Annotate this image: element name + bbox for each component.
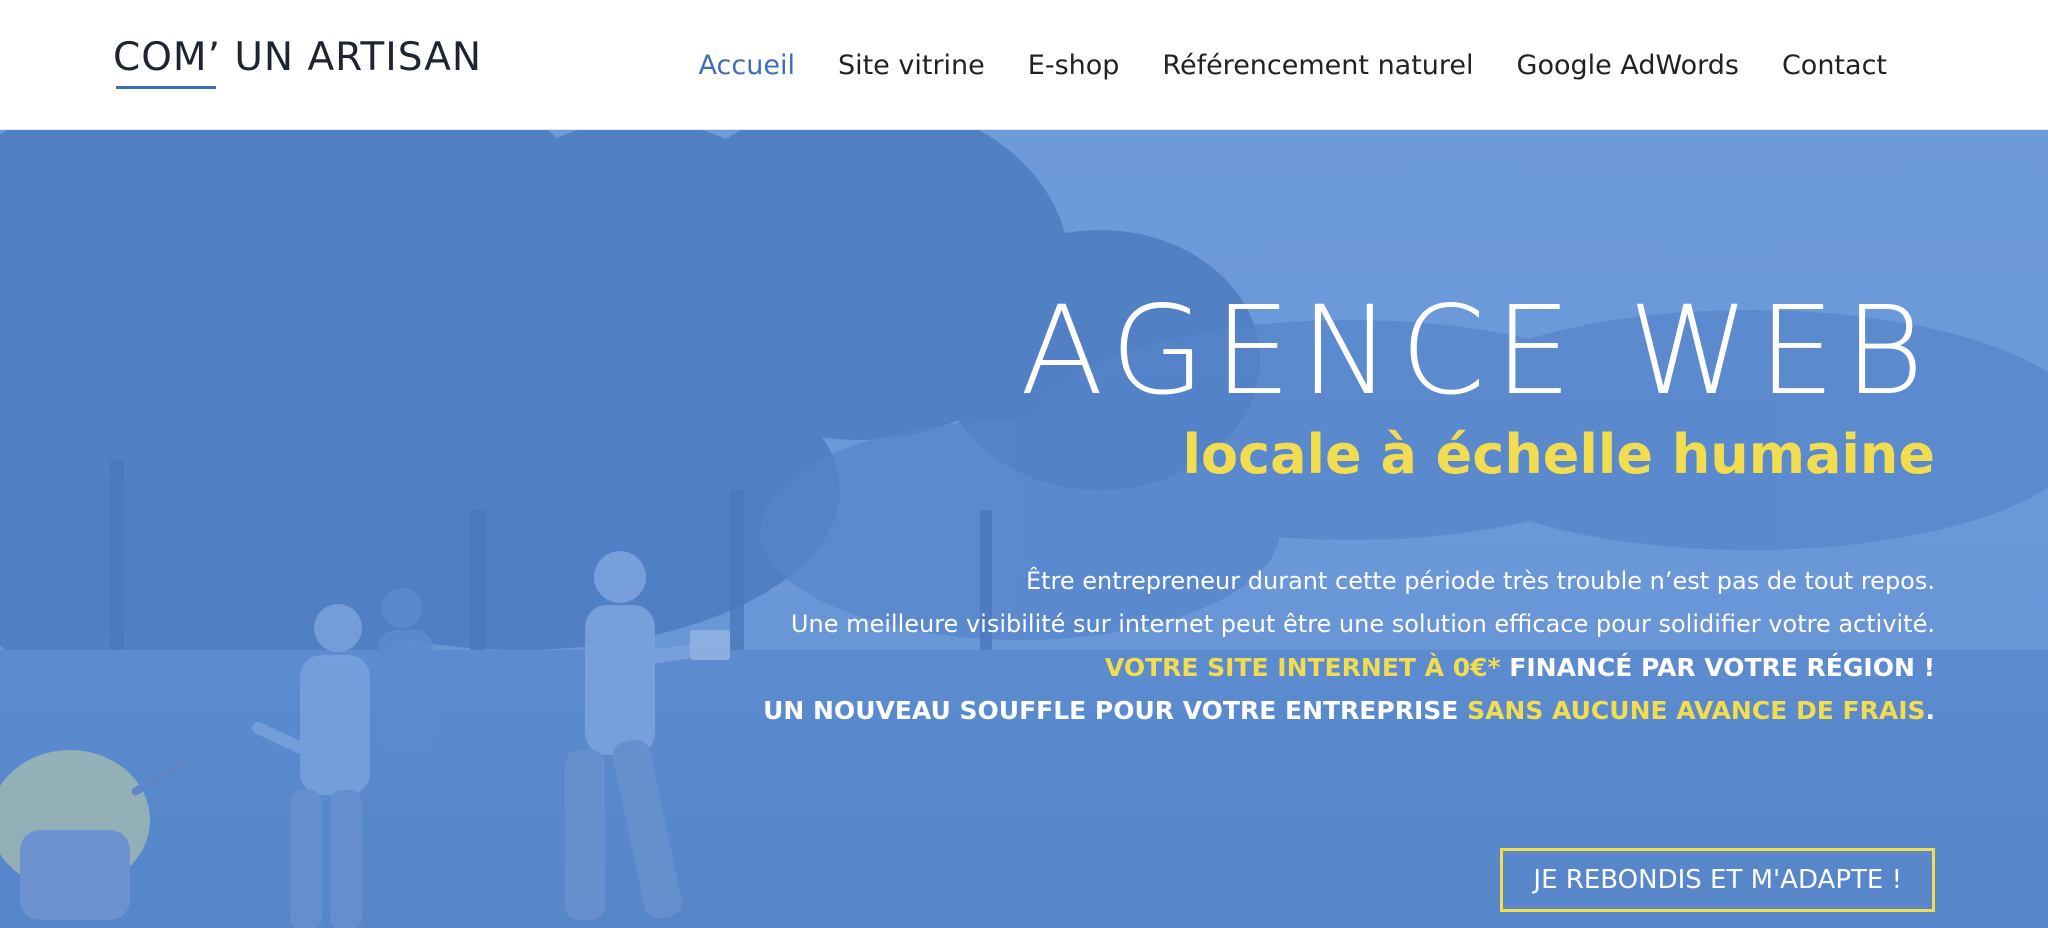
hero-color-overlay — [0, 130, 2048, 928]
nav-item-referencement-naturel[interactable]: Référencement naturel — [1162, 50, 1473, 81]
nav-item-google-adwords[interactable]: Google AdWords — [1517, 50, 1739, 81]
nav-item-contact[interactable]: Contact — [1782, 50, 1887, 81]
hero-line-4-end: . — [1925, 696, 1936, 725]
hero-line-3: VOTRE SITE INTERNET À 0€* FINANCÉ PAR VO… — [763, 646, 1935, 689]
hero-line-2: Une meilleure visibilité sur internet pe… — [790, 610, 1935, 638]
site-header: COM’ UN ARTISAN Accueil Site vitrine E-s… — [0, 0, 2048, 130]
cta-button[interactable]: JE REBONDIS ET M'ADAPTE ! — [1500, 848, 1935, 912]
hero-body-text: Être entrepreneur durant cette période t… — [763, 560, 1935, 732]
hero-title: AGENCE WEB — [1020, 280, 1933, 422]
hero-line-4: UN NOUVEAU SOUFFLE POUR VOTRE ENTREPRISE… — [763, 689, 1935, 732]
hero-line-4-start: UN NOUVEAU SOUFFLE POUR VOTRE ENTREPRISE — [763, 696, 1468, 725]
hero-subtitle: locale à échelle humaine — [1182, 423, 1935, 486]
hero-section: AGENCE WEB locale à échelle humaine Être… — [0, 130, 2048, 928]
hero-line-1: Être entrepreneur durant cette période t… — [1025, 567, 1935, 595]
main-nav: Accueil Site vitrine E-shop Référencemen… — [699, 0, 1887, 130]
site-logo[interactable]: COM’ UN ARTISAN — [113, 35, 483, 89]
nav-item-e-shop[interactable]: E-shop — [1028, 50, 1120, 81]
logo-text: COM’ UN ARTISAN — [113, 35, 483, 80]
nav-item-accueil[interactable]: Accueil — [699, 50, 795, 81]
nav-item-site-vitrine[interactable]: Site vitrine — [838, 50, 985, 81]
logo-underline — [116, 86, 216, 89]
hero-line-4-highlight: SANS AUCUNE AVANCE DE FRAIS — [1467, 696, 1926, 725]
hero-line-3-rest: FINANCÉ PAR VOTRE RÉGION ! — [1500, 653, 1935, 682]
hero-line-3-highlight: VOTRE SITE INTERNET À 0€* — [1104, 653, 1501, 682]
